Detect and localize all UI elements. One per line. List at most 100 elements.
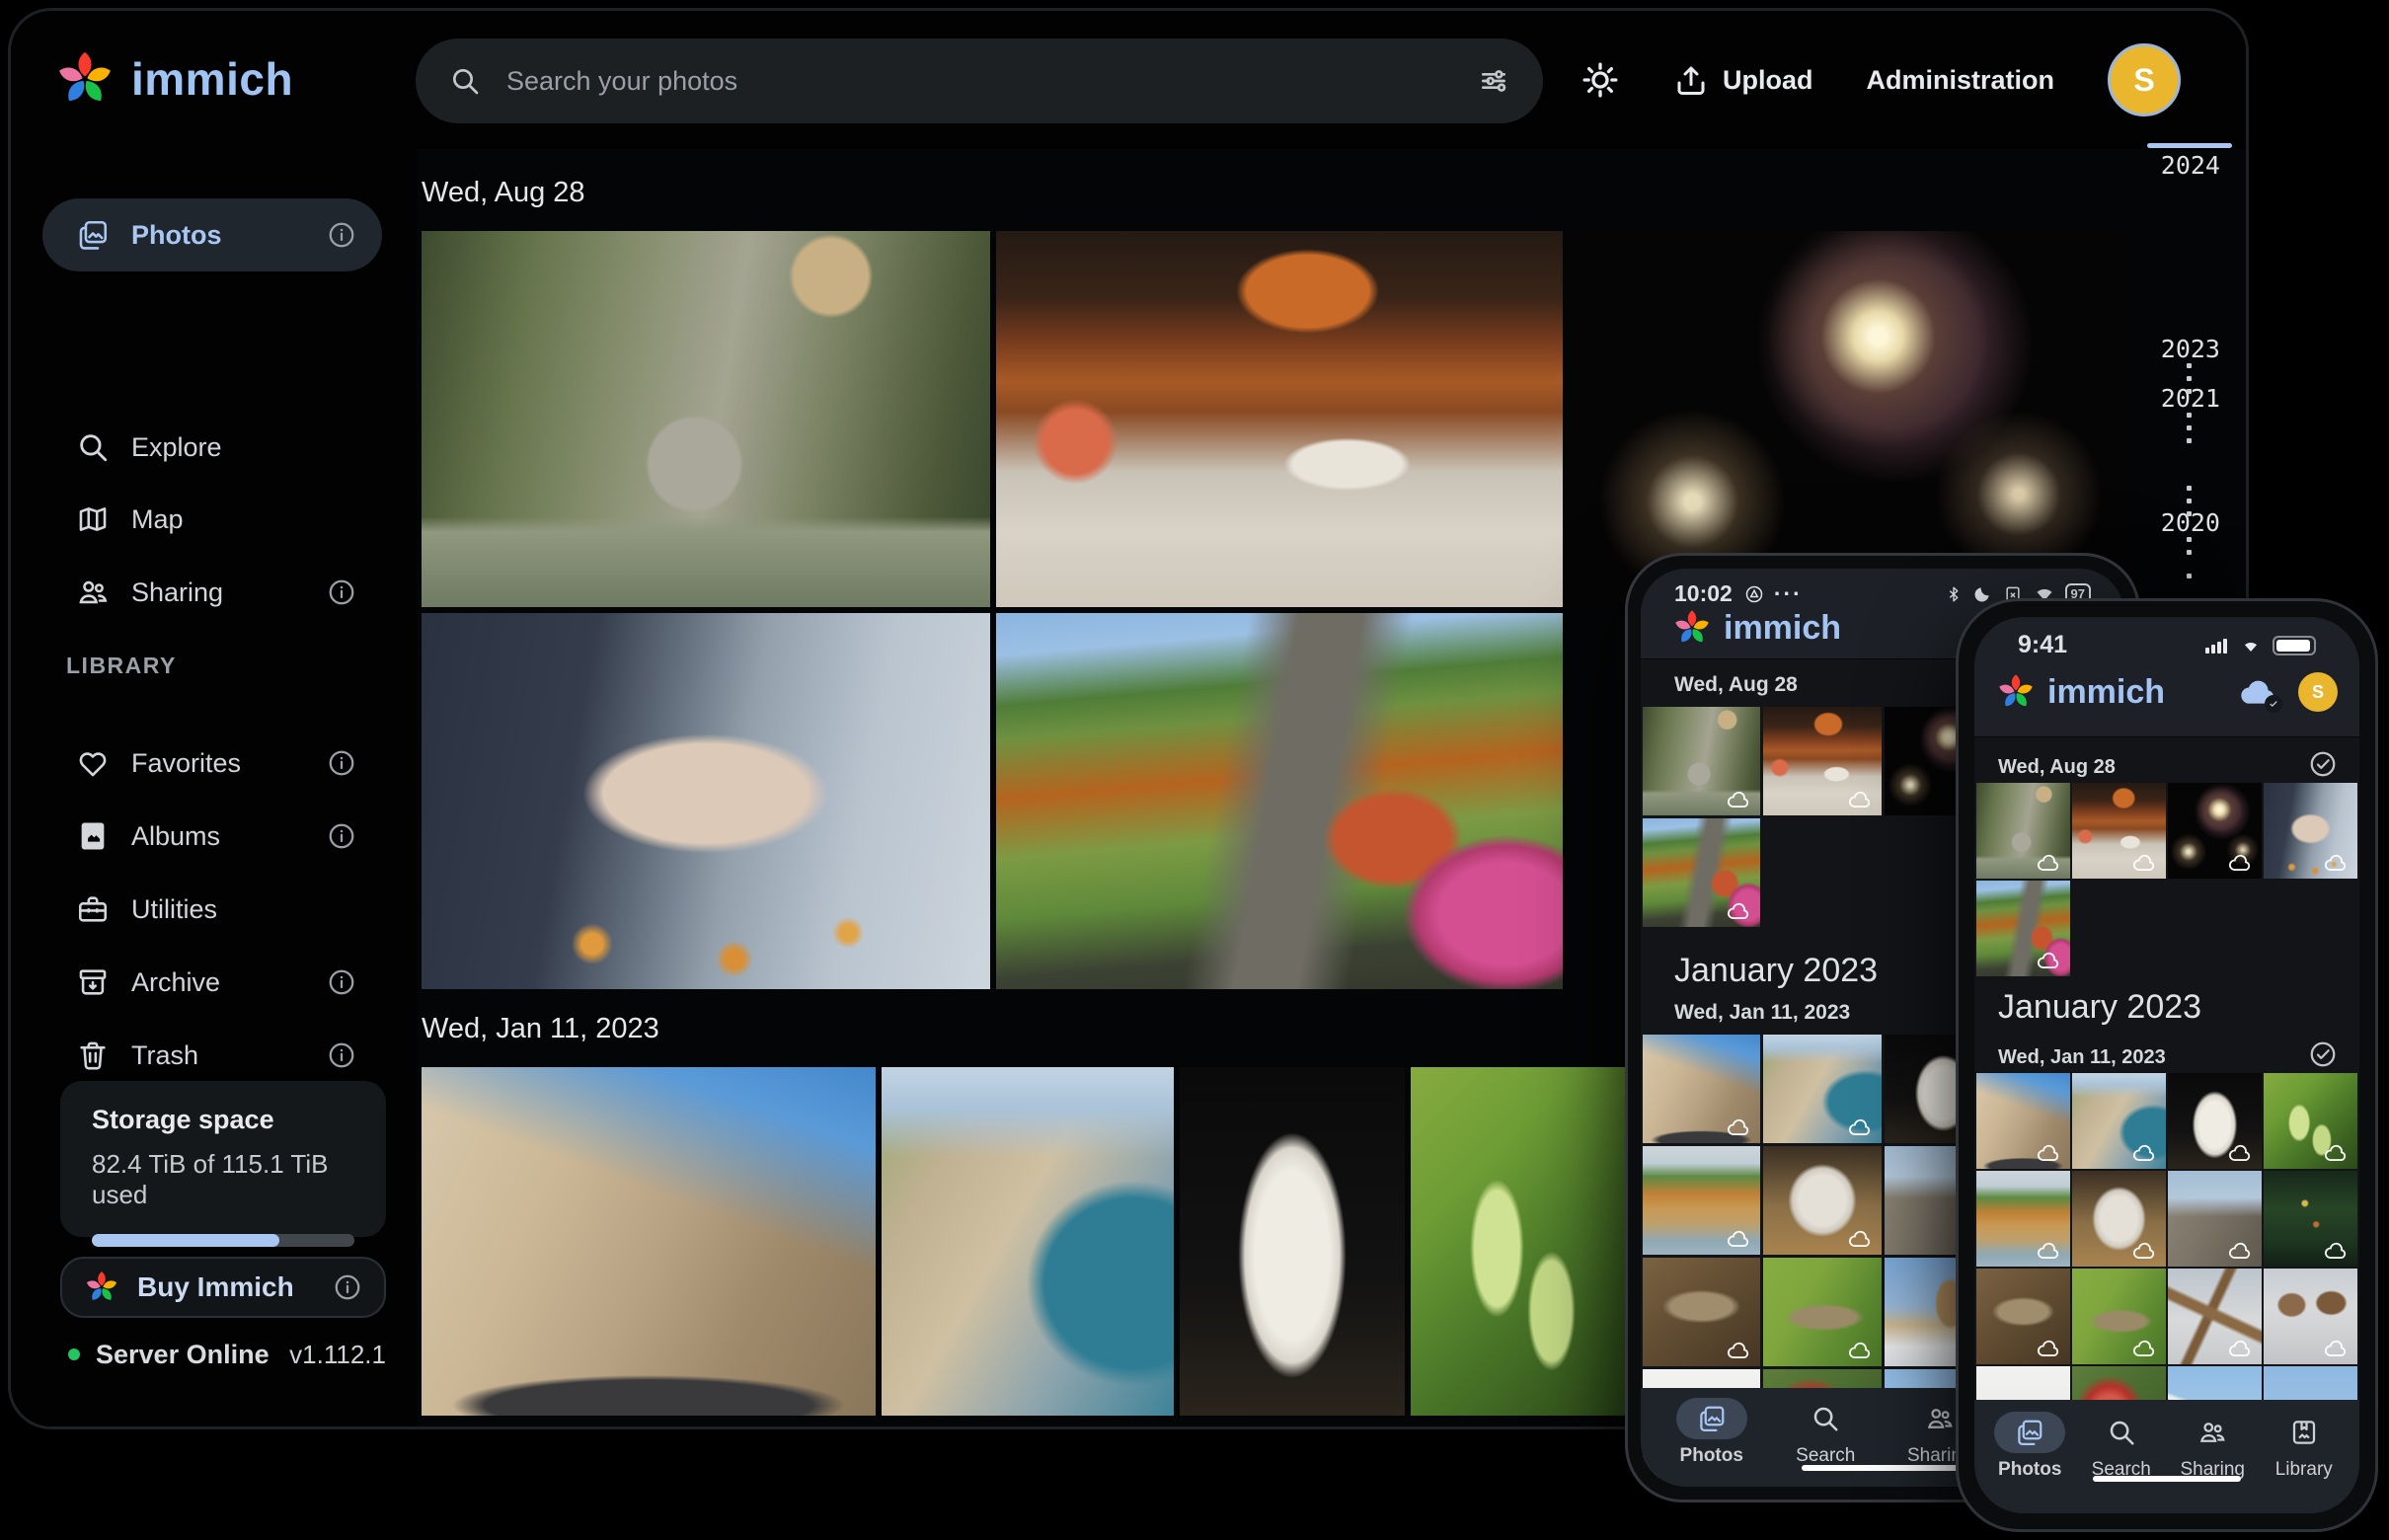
photo-green-berries[interactable]	[1411, 1067, 1638, 1416]
sidebar-item-archive[interactable]: Archive	[42, 946, 382, 1019]
timeline-year-2021[interactable]: 2021	[2129, 384, 2220, 413]
photo-autumn-dinner-table[interactable]	[1763, 707, 1881, 815]
photo-green-berries[interactable]	[2264, 1073, 2357, 1169]
trash-icon	[76, 1039, 110, 1072]
phone2-date-header: Wed, Aug 28	[1998, 749, 2338, 785]
phone1-month-header: January 2023	[1674, 952, 1878, 990]
user-avatar: S	[2298, 672, 2338, 712]
info-icon[interactable]	[333, 1272, 362, 1302]
info-icon[interactable]	[327, 821, 356, 851]
photo-fortress-walls[interactable]	[1976, 1073, 2070, 1169]
battery-icon	[2273, 636, 2316, 655]
search-icon	[1790, 1398, 1861, 1439]
photo-marble-sculpture[interactable]	[2072, 1171, 2166, 1267]
server-version: v1.112.1	[289, 1340, 386, 1370]
library-section-label: LIBRARY	[66, 653, 177, 679]
photo-marble-sculpture[interactable]	[1763, 1146, 1881, 1255]
sidebar-item-sharing[interactable]: Sharing	[42, 556, 382, 629]
sidebar-item-map[interactable]: Map	[42, 483, 382, 556]
timeline-month-dot	[2187, 486, 2192, 491]
administration-link[interactable]: Administration	[1866, 65, 2054, 96]
timeline-year-2024[interactable]: 2024	[2129, 151, 2220, 180]
photo-zoo-monkeys[interactable]	[422, 231, 990, 607]
photo-autumn-park-path[interactable]	[996, 613, 1563, 989]
photo-christmas-tree[interactable]	[2264, 1171, 2357, 1267]
photo-coastal-fort[interactable]	[2072, 1073, 2166, 1169]
info-icon[interactable]	[327, 1040, 356, 1070]
iphone-mockup: 9:41 i	[1956, 598, 2378, 1532]
phone1-nav-search[interactable]: Search	[1778, 1398, 1873, 1467]
photo-zoo-monkeys[interactable]	[1976, 783, 2070, 879]
photo-autumn-park-path[interactable]	[1643, 818, 1760, 927]
phone2-nav-photos[interactable]: Photos	[1984, 1412, 2076, 1481]
photo-autumn-park-path[interactable]	[1976, 881, 2070, 976]
dnd-moon-icon	[1972, 584, 1992, 604]
timeline-month-dot	[2187, 574, 2192, 578]
select-all-check-icon	[2308, 1040, 2338, 1075]
photo-ruin-wall[interactable]	[2168, 1171, 2262, 1267]
photo-beach-cliff[interactable]	[1643, 1146, 1760, 1255]
phone2-nav-library[interactable]: Library	[2259, 1412, 2350, 1481]
photo-fortress-walls[interactable]	[422, 1067, 876, 1416]
timeline-month-dot	[2187, 376, 2192, 381]
archive-icon	[76, 965, 110, 999]
explore-search-icon	[76, 430, 110, 464]
photo-marble-bust[interactable]	[2168, 1073, 2262, 1169]
search-filter-icon[interactable]	[1478, 65, 1509, 97]
immich-flower-icon	[1672, 608, 1712, 648]
library-icon	[2269, 1412, 2340, 1453]
photo-holding-hands[interactable]	[2264, 783, 2357, 879]
sidebar-item-photos[interactable]: Photos	[42, 198, 382, 271]
storage-title: Storage space	[92, 1105, 354, 1135]
photo-autumn-dinner-table[interactable]	[2072, 783, 2166, 879]
empty-cell	[2168, 881, 2262, 976]
photo-fireworks[interactable]	[1569, 231, 2131, 607]
sidebar-item-utilities[interactable]: Utilities	[42, 873, 382, 946]
sidebar-item-favorites[interactable]: Favorites	[42, 727, 382, 800]
phone2-brand: immich S	[1974, 672, 2359, 712]
phone2-bottom-nav: PhotosSearchSharingLibrary	[1974, 1400, 2359, 1513]
notification-triangle-icon	[1744, 584, 1764, 604]
phone2-aug-grid	[1976, 783, 2357, 976]
photo-fireworks[interactable]	[2168, 783, 2262, 879]
albums-icon	[76, 819, 110, 853]
photo-fortress-walls[interactable]	[1643, 1035, 1760, 1143]
upload-button[interactable]: Upload	[1673, 62, 1813, 98]
photo-autumn-dinner-table[interactable]	[996, 231, 1563, 607]
info-icon[interactable]	[327, 578, 356, 607]
immich-flower-icon	[84, 1270, 119, 1305]
photo-lizard-moss[interactable]	[2072, 1269, 2166, 1364]
bluetooth-icon	[1945, 583, 1963, 605]
photo-beach-cliff[interactable]	[1976, 1171, 2070, 1267]
photo-marble-bust[interactable]	[1180, 1067, 1405, 1416]
top-navigation-bar: immich Upload	[11, 11, 2246, 149]
photo-lizard-moss[interactable]	[1763, 1258, 1881, 1366]
immich-logo[interactable]: immich	[54, 48, 293, 110]
sidebar-item-explore[interactable]: Explore	[42, 411, 382, 484]
sun-icon	[1580, 60, 1620, 100]
cellular-signal-icon	[2205, 637, 2229, 654]
search-input[interactable]	[506, 66, 1452, 97]
search-bar[interactable]	[416, 38, 1543, 123]
photo-coastal-fort[interactable]	[1763, 1035, 1881, 1143]
phone1-nav-photos[interactable]: Photos	[1664, 1398, 1759, 1467]
buy-immich-button[interactable]: Buy Immich	[60, 1257, 386, 1318]
info-icon[interactable]	[327, 748, 356, 778]
photo-lizard-closeup[interactable]	[1643, 1258, 1760, 1366]
timeline-month-dot	[2187, 438, 2192, 443]
phone2-nav-search[interactable]: Search	[2076, 1412, 2168, 1481]
info-icon[interactable]	[327, 967, 356, 997]
photo-lizard-closeup[interactable]	[1976, 1269, 2070, 1364]
brand-wordmark: immich	[131, 52, 293, 106]
photo-coastal-fort[interactable]	[882, 1067, 1174, 1416]
photo-alpine-houses[interactable]	[2264, 1269, 2357, 1364]
theme-toggle-button[interactable]	[1580, 60, 1620, 100]
photo-wooden-structure[interactable]	[2168, 1269, 2262, 1364]
info-icon[interactable]	[327, 220, 356, 250]
photo-zoo-monkeys[interactable]	[1643, 707, 1760, 815]
timeline-year-2023[interactable]: 2023	[2129, 335, 2220, 363]
timeline-year-2020[interactable]: 2020	[2129, 508, 2220, 537]
sidebar-item-albums[interactable]: Albums	[42, 800, 382, 873]
photo-holding-hands[interactable]	[422, 613, 990, 989]
phone2-nav-sharing[interactable]: Sharing	[2167, 1412, 2259, 1481]
